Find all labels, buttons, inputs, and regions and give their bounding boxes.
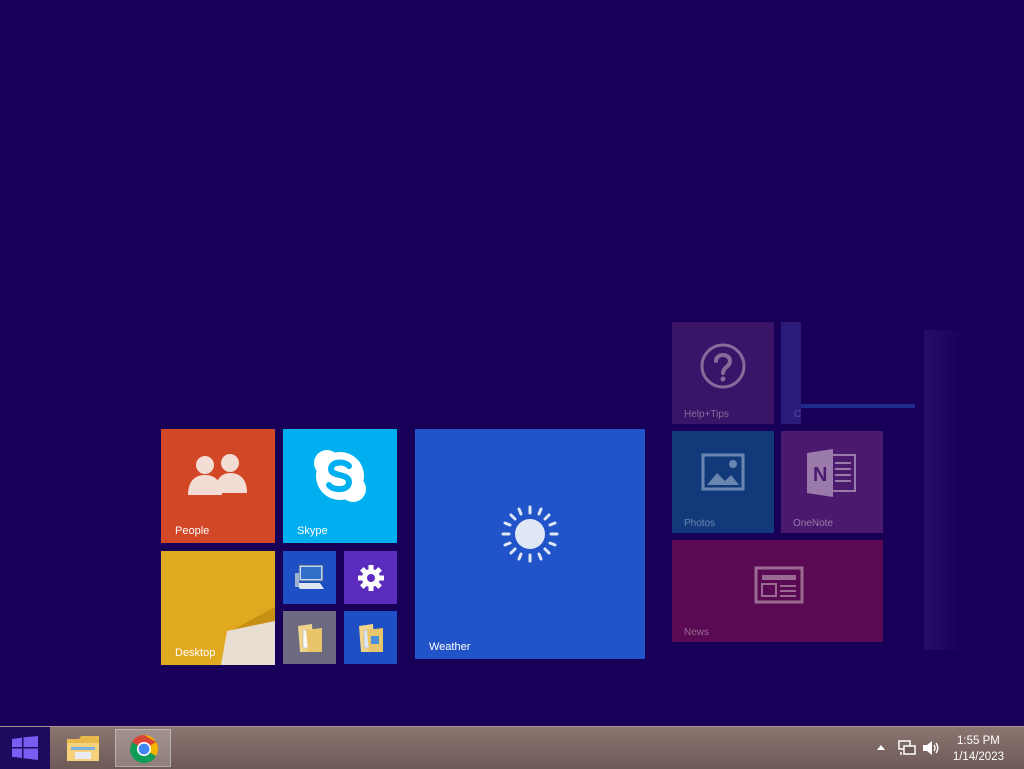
tile-this-pc[interactable] — [283, 551, 336, 604]
tile-label: People — [175, 525, 210, 537]
tile-help-tips[interactable]: Help+Tips — [672, 322, 774, 424]
tile-label: Skype — [297, 525, 328, 537]
chrome-icon — [130, 735, 158, 763]
network-icon[interactable] — [898, 740, 916, 756]
tile-weather[interactable]: Weather — [415, 429, 645, 659]
folder-icon — [359, 624, 383, 652]
start-button[interactable] — [0, 727, 50, 769]
photos-icon — [701, 453, 745, 491]
tile-partial[interactable]: C — [781, 322, 801, 424]
windows-logo-icon — [12, 736, 38, 760]
gear-icon — [358, 565, 384, 591]
tile-skype[interactable]: Skype — [283, 429, 397, 543]
tile-label: OneNote — [793, 518, 834, 529]
onenote-icon: N — [807, 449, 856, 497]
taskbar-file-explorer[interactable] — [56, 729, 112, 767]
tile-photos[interactable]: Photos — [672, 431, 774, 533]
folder-icon — [67, 736, 99, 761]
show-hidden-icons-icon[interactable] — [876, 744, 886, 752]
tile-label: Help+Tips — [684, 409, 729, 420]
tile-desktop[interactable]: Desktop — [161, 551, 275, 665]
clock[interactable]: 1:55 PM 1/14/2023 — [953, 733, 1004, 765]
tile-pc-settings[interactable] — [344, 551, 397, 604]
folder-icon — [298, 624, 322, 652]
volume-icon[interactable] — [922, 740, 940, 756]
tile-file-explorer[interactable] — [344, 611, 397, 664]
tile-documents[interactable] — [283, 611, 336, 664]
tile-label: Weather — [429, 641, 471, 653]
tile-label: News — [684, 627, 710, 638]
clock-time: 1:55 PM — [957, 735, 1000, 747]
people-icon — [188, 454, 247, 495]
system-tray — [870, 727, 950, 769]
clock-date: 1/14/2023 — [952, 751, 1004, 763]
tile-news[interactable]: News — [672, 540, 883, 642]
tile-label: C — [794, 409, 802, 420]
tile-onenote[interactable]: N OneNote — [781, 431, 883, 533]
ghost-tile-edge — [924, 330, 964, 650]
tile-label: Desktop — [175, 647, 216, 659]
taskbar: 1:55 PM 1/14/2023 — [0, 726, 1024, 769]
skype-icon — [314, 450, 366, 502]
tile-label: Photos — [684, 518, 716, 529]
svg-text:N: N — [813, 464, 827, 486]
computer-icon — [295, 564, 324, 589]
start-screen: People Skype Desktop Weather Help+Tips C… — [0, 0, 1024, 726]
taskbar-chrome[interactable] — [115, 729, 171, 767]
tile-people[interactable]: People — [161, 429, 275, 543]
help-icon — [700, 343, 746, 389]
tile-partial-edge — [801, 404, 915, 408]
sun-icon — [501, 505, 559, 563]
news-icon — [754, 566, 804, 604]
